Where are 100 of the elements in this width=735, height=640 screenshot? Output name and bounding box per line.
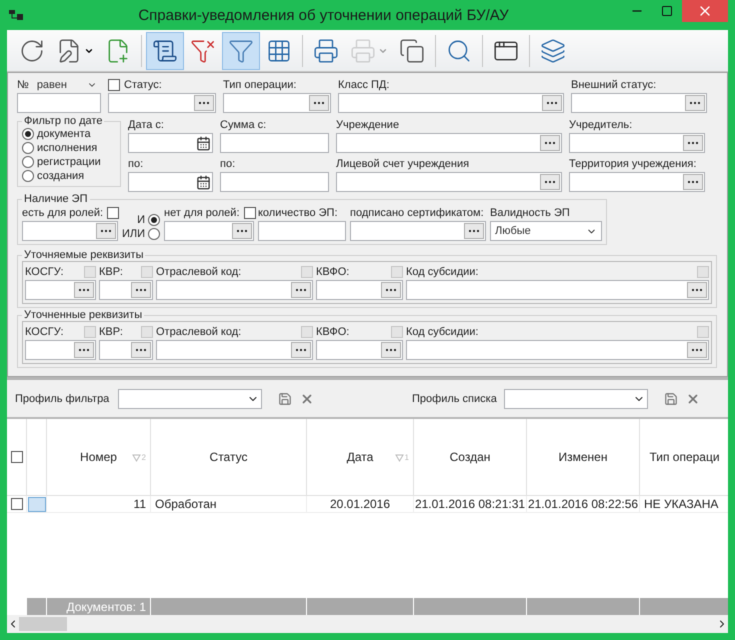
field-label: Код субсидии: [406,266,478,278]
field-label: Валидность ЭП [490,206,570,218]
lookup-button[interactable] [309,95,329,111]
radio-option[interactable]: создания [22,169,116,183]
lookup-button[interactable] [96,223,116,239]
save-icon [664,392,678,406]
column-header[interactable]: Дата 1 [307,419,414,495]
input-field[interactable] [99,280,153,300]
delete-button[interactable] [686,392,700,406]
ellipsis-icon [546,101,558,105]
ellipsis-icon [135,288,147,292]
calendar-icon[interactable] [196,174,211,190]
checkbox[interactable] [244,206,256,218]
lookup-button[interactable] [291,342,311,358]
checkbox[interactable] [107,206,120,218]
field-label: Сумма с: [220,118,266,130]
field-label: Отраслевой код: [156,326,242,338]
input-field[interactable] [220,172,329,192]
input-field[interactable] [569,133,705,153]
input-field[interactable] [571,93,707,113]
input-field[interactable] [25,280,96,300]
column-header[interactable]: Номер 2 [47,419,151,495]
input-field[interactable] [316,280,403,300]
table-cell: 20.01.2016 [307,496,414,513]
lookup-button[interactable] [687,342,707,358]
lookup-button[interactable] [232,223,252,239]
ellipsis-icon [295,348,307,352]
input-field[interactable] [406,280,709,300]
input-field[interactable] [17,93,101,113]
radio-option[interactable]: И [137,213,160,227]
input-field[interactable] [22,221,118,241]
lookup-button[interactable] [687,282,707,298]
calendar-icon[interactable] [196,136,211,150]
lookup-button[interactable] [381,282,401,298]
radio-option[interactable]: ИЛИ [122,227,160,241]
input-field[interactable] [336,133,562,153]
ellipsis-icon [313,101,325,105]
input-field[interactable] [156,280,313,300]
input-field[interactable] [220,133,329,153]
radio-option[interactable]: исполнения [22,141,116,155]
input-field[interactable] [164,221,254,241]
lookup-button[interactable] [464,223,484,239]
lookup-button[interactable] [683,135,703,151]
close-button[interactable] [682,0,728,22]
table-cell: 21.01.2016 08:22:56 [527,496,640,513]
field-label: Учредитель: [569,118,632,130]
input-field[interactable] [223,93,331,113]
input-field[interactable] [128,172,213,192]
lookup-button[interactable] [131,282,151,298]
column-header[interactable]: Статус [151,419,307,495]
field-label: № [17,78,29,90]
checkbox[interactable] [108,78,120,90]
input-field[interactable] [156,340,313,360]
input-field[interactable] [108,93,216,113]
radio-option[interactable]: регистрации [22,155,116,169]
radio-option[interactable]: документа [22,127,116,141]
checkbox[interactable] [10,451,22,463]
operator-select[interactable]: равен [32,76,101,92]
lookup-button[interactable] [74,282,94,298]
lookup-button[interactable] [685,95,705,111]
refresh-icon [19,38,45,64]
input-field[interactable] [128,133,213,153]
input-field[interactable] [258,221,346,241]
lookup-button[interactable] [131,342,151,358]
column-header[interactable]: Создан [414,419,527,495]
group-title: Фильтр по дате [23,115,104,127]
checkbox[interactable] [10,498,22,510]
input-field[interactable] [569,172,705,192]
validity-select[interactable]: Любые [490,221,602,241]
lookup-button[interactable] [381,342,401,358]
field-label: Отраслевой код: [156,266,242,278]
ellipsis-icon [78,288,90,292]
field-label: Класс ПД: [338,78,390,90]
lookup-button[interactable] [540,174,560,190]
horizontal-scrollbar[interactable] [7,615,728,633]
save-button[interactable] [664,392,678,406]
lookup-button[interactable] [540,135,560,151]
input-field[interactable] [406,340,709,360]
column-header[interactable]: Тип операци [640,419,728,495]
ellipsis-icon [687,180,699,184]
save-button[interactable] [278,392,292,406]
scroll-thumb[interactable] [19,617,67,631]
input-field[interactable] [99,340,153,360]
lookup-button[interactable] [194,95,214,111]
input-field[interactable] [338,93,564,113]
input-field[interactable] [350,221,486,241]
delete-button[interactable] [300,392,314,406]
input-field[interactable] [25,340,96,360]
profile-select[interactable] [118,388,262,408]
column-header[interactable]: Изменен [527,419,640,495]
lookup-button[interactable] [542,95,562,111]
ellipsis-icon [468,229,480,233]
input-field[interactable] [336,172,562,192]
toolbar-button[interactable] [146,32,184,70]
profile-select[interactable] [504,388,648,408]
lookup-button[interactable] [291,282,311,298]
input-field[interactable] [316,340,403,360]
lookup-button[interactable] [74,342,94,358]
lookup-button[interactable] [683,174,703,190]
delete-icon [300,392,314,406]
